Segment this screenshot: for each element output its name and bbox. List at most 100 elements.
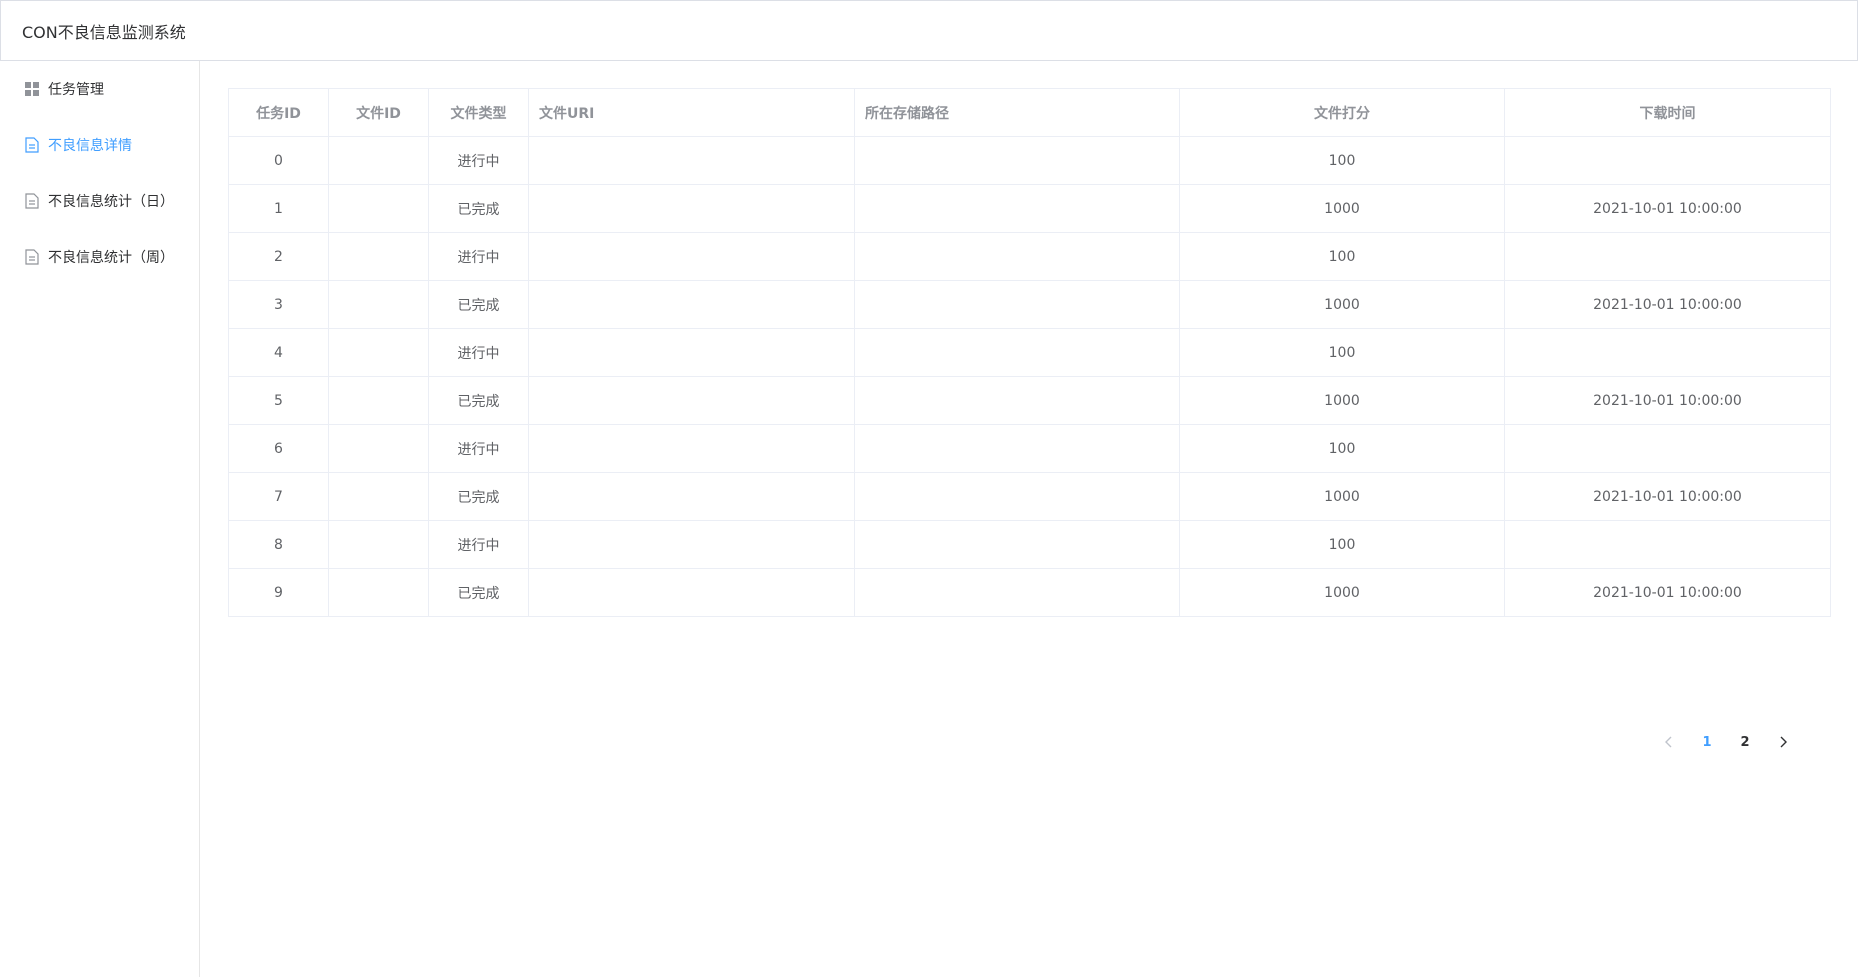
file-uri-cell — [528, 232, 855, 281]
column-header-file-uri[interactable]: 文件URI — [528, 88, 855, 137]
file-score-cell: 1000 — [1179, 376, 1505, 425]
data-table: 任务ID 文件ID 文件类型 文件URI 所在存储路径 文件打分 下载时间 0 进… — [228, 88, 1831, 617]
sidebar-item-label: 不良信息统计（周） — [48, 250, 174, 266]
table-row: 1 已完成 1000 2021-10-01 10:00:00 — [228, 184, 1831, 233]
file-id-cell — [328, 280, 429, 329]
sidebar-item-task-management[interactable]: 任务管理 — [0, 61, 199, 117]
download-time-cell: 2021-10-01 10:00:00 — [1504, 184, 1831, 233]
storage-path-cell — [854, 184, 1180, 233]
sidebar-item-daily-stats[interactable]: 不良信息统计（日） — [0, 173, 199, 229]
task-id-cell: 0 — [228, 136, 329, 185]
page-number[interactable]: 2 — [1726, 728, 1764, 756]
storage-path-cell — [854, 520, 1180, 569]
table-row: 7 已完成 1000 2021-10-01 10:00:00 — [228, 472, 1831, 521]
file-uri-cell — [528, 376, 855, 425]
file-type-cell: 进行中 — [428, 136, 529, 185]
download-time-cell — [1504, 424, 1831, 473]
file-type-cell: 已完成 — [428, 280, 529, 329]
file-type-cell: 进行中 — [428, 328, 529, 377]
table-row: 4 进行中 100 — [228, 328, 1831, 377]
download-time-cell: 2021-10-01 10:00:00 — [1504, 280, 1831, 329]
task-id-cell: 7 — [228, 472, 329, 521]
column-header-storage-path[interactable]: 所在存储路径 — [854, 88, 1180, 137]
grid-icon — [24, 81, 40, 97]
column-header-task-id[interactable]: 任务ID — [228, 88, 329, 137]
storage-path-cell — [854, 376, 1180, 425]
storage-path-cell — [854, 424, 1180, 473]
table-row: 9 已完成 1000 2021-10-01 10:00:00 — [228, 568, 1831, 617]
table-header-row: 任务ID 文件ID 文件类型 文件URI 所在存储路径 文件打分 下载时间 — [228, 88, 1831, 137]
table-row: 5 已完成 1000 2021-10-01 10:00:00 — [228, 376, 1831, 425]
file-uri-cell — [528, 136, 855, 185]
chevron-left-icon[interactable] — [1650, 728, 1688, 756]
file-id-cell — [328, 136, 429, 185]
download-time-cell — [1504, 232, 1831, 281]
file-type-cell: 进行中 — [428, 232, 529, 281]
task-id-cell: 5 — [228, 376, 329, 425]
column-header-file-type[interactable]: 文件类型 — [428, 88, 529, 137]
pagination: 1 2 — [1650, 728, 1802, 756]
table-row: 2 进行中 100 — [228, 232, 1831, 281]
column-header-download-time[interactable]: 下载时间 — [1504, 88, 1831, 137]
storage-path-cell — [854, 328, 1180, 377]
storage-path-cell — [854, 232, 1180, 281]
sidebar: 任务管理 不良信息详情 不良信息统计（日） 不良信息统计（周） — [0, 61, 200, 977]
document-icon — [24, 193, 40, 209]
sidebar-item-label: 不良信息详情 — [48, 138, 132, 154]
task-id-cell: 6 — [228, 424, 329, 473]
column-header-file-id[interactable]: 文件ID — [328, 88, 429, 137]
file-score-cell: 1000 — [1179, 472, 1505, 521]
document-icon — [24, 137, 40, 153]
file-id-cell — [328, 472, 429, 521]
file-id-cell — [328, 520, 429, 569]
file-uri-cell — [528, 424, 855, 473]
task-id-cell: 2 — [228, 232, 329, 281]
download-time-cell: 2021-10-01 10:00:00 — [1504, 472, 1831, 521]
main-content: 任务ID 文件ID 文件类型 文件URI 所在存储路径 文件打分 下载时间 0 进… — [228, 88, 1831, 750]
sidebar-item-bad-info-detail[interactable]: 不良信息详情 — [0, 117, 199, 173]
sidebar-item-label: 不良信息统计（日） — [48, 194, 174, 210]
file-type-cell: 已完成 — [428, 568, 529, 617]
task-id-cell: 3 — [228, 280, 329, 329]
app-title: CON不良信息监测系统 — [22, 22, 186, 42]
file-score-cell: 1000 — [1179, 568, 1505, 617]
file-type-cell: 已完成 — [428, 472, 529, 521]
task-id-cell: 8 — [228, 520, 329, 569]
table-row: 8 进行中 100 — [228, 520, 1831, 569]
file-uri-cell — [528, 184, 855, 233]
table-row: 3 已完成 1000 2021-10-01 10:00:00 — [228, 280, 1831, 329]
file-id-cell — [328, 184, 429, 233]
file-id-cell — [328, 328, 429, 377]
page-number[interactable]: 1 — [1688, 728, 1726, 756]
storage-path-cell — [854, 280, 1180, 329]
column-header-file-score[interactable]: 文件打分 — [1179, 88, 1505, 137]
file-id-cell — [328, 424, 429, 473]
file-score-cell: 1000 — [1179, 280, 1505, 329]
file-score-cell: 100 — [1179, 520, 1505, 569]
file-score-cell: 100 — [1179, 136, 1505, 185]
file-type-cell: 进行中 — [428, 424, 529, 473]
file-uri-cell — [528, 520, 855, 569]
task-id-cell: 4 — [228, 328, 329, 377]
file-score-cell: 100 — [1179, 328, 1505, 377]
table-row: 6 进行中 100 — [228, 424, 1831, 473]
download-time-cell — [1504, 328, 1831, 377]
file-uri-cell — [528, 568, 855, 617]
download-time-cell — [1504, 520, 1831, 569]
file-type-cell: 已完成 — [428, 184, 529, 233]
file-type-cell: 已完成 — [428, 376, 529, 425]
file-id-cell — [328, 568, 429, 617]
file-id-cell — [328, 232, 429, 281]
download-time-cell: 2021-10-01 10:00:00 — [1504, 376, 1831, 425]
task-id-cell: 1 — [228, 184, 329, 233]
sidebar-item-weekly-stats[interactable]: 不良信息统计（周） — [0, 229, 199, 285]
task-id-cell: 9 — [228, 568, 329, 617]
chevron-right-icon[interactable] — [1764, 728, 1802, 756]
file-score-cell: 1000 — [1179, 184, 1505, 233]
storage-path-cell — [854, 568, 1180, 617]
storage-path-cell — [854, 472, 1180, 521]
file-uri-cell — [528, 328, 855, 377]
document-icon — [24, 249, 40, 265]
file-score-cell: 100 — [1179, 232, 1505, 281]
app-header: CON不良信息监测系统 — [0, 0, 1858, 61]
